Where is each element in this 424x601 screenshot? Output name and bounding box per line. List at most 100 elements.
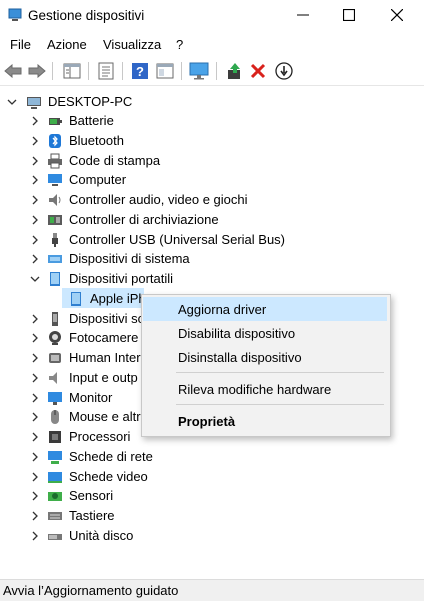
device-list-icon [98, 62, 114, 80]
device-list-button[interactable] [95, 60, 117, 82]
collapse-chevron[interactable] [30, 531, 40, 541]
ctx-uninstall-device[interactable]: Disinstalla dispositivo [144, 346, 386, 368]
chevron-right-icon [32, 235, 38, 245]
tree-item-label: Tastiere [69, 508, 115, 523]
collapse-chevron[interactable] [30, 511, 40, 521]
help-icon: ? [132, 63, 148, 79]
desktop-pc-icon [27, 97, 41, 109]
tree-category-row[interactable]: Computer [0, 170, 424, 190]
forward-arrow-icon [28, 64, 46, 78]
scan-hardware-button[interactable] [188, 60, 210, 82]
tree-root-label[interactable]: DESKTOP-PC [48, 94, 132, 110]
back-button[interactable] [2, 60, 24, 82]
ctx-scan-hardware[interactable]: Rileva modifiche hardware [144, 378, 386, 400]
collapse-chevron[interactable] [30, 333, 40, 343]
mouse-icon [51, 410, 59, 424]
minimize-icon [297, 14, 309, 16]
audio-io-icon [49, 372, 57, 384]
menu-help[interactable]: ? [176, 37, 183, 52]
disable-device-icon [275, 62, 293, 80]
ctx-properties-label: Proprietà [178, 413, 236, 429]
tree-item-label: Bluetooth [69, 133, 124, 148]
status-text: Avvia l’Aggiornamento guidato [3, 583, 179, 598]
tree-category-row[interactable]: Schede di rete [0, 447, 424, 467]
menu-azione[interactable]: Azione [47, 37, 87, 52]
tree-category-row[interactable]: Batterie [0, 111, 424, 131]
tree-item-label: Processori [69, 429, 131, 444]
disable-device-button[interactable] [273, 60, 295, 82]
collapse-chevron[interactable] [30, 215, 40, 225]
collapse-chevron[interactable] [30, 393, 40, 403]
tree-category-row[interactable]: Tastiere [0, 506, 424, 526]
minimize-button[interactable] [280, 0, 326, 30]
ctx-disable-device[interactable]: Disabilita dispositivo [144, 322, 386, 344]
tree-item-label: Dispositivi portatili [69, 271, 174, 286]
collapse-chevron[interactable] [30, 116, 40, 126]
collapse-chevron[interactable] [30, 254, 40, 264]
maximize-button[interactable] [326, 0, 372, 30]
tree-item-label: Input e outp [69, 370, 138, 385]
tree-item-label: Schede di rete [69, 449, 153, 464]
tree-category-row[interactable]: Schede video [0, 467, 424, 487]
tree-category-row[interactable]: Controller di archiviazione [0, 210, 424, 230]
tree-item-label: Mouse e altr [69, 409, 141, 424]
expand-chevron[interactable] [30, 274, 40, 284]
collapse-chevron[interactable] [30, 491, 40, 501]
collapse-chevron[interactable] [30, 136, 40, 146]
chevron-right-icon [32, 254, 38, 264]
tree-category-row[interactable]: Sensori [0, 486, 424, 506]
camera-icon [49, 331, 61, 345]
tree-category-row[interactable]: Bluetooth [0, 131, 424, 151]
toolbar: ? [0, 57, 424, 86]
menu-file[interactable]: File [10, 37, 31, 52]
tree-category-row[interactable]: Code di stampa [0, 151, 424, 171]
monitor-icon [48, 392, 62, 405]
collapse-chevron[interactable] [30, 235, 40, 245]
console-view-button[interactable] [154, 60, 176, 82]
tree-item-label: Dispositivi di sistema [69, 251, 190, 266]
menu-visualizza[interactable]: Visualizza [103, 37, 161, 52]
printer-icon [48, 153, 62, 169]
console-view-icon [156, 63, 174, 79]
collapse-chevron[interactable] [30, 175, 40, 185]
chevron-right-icon [32, 491, 38, 501]
help-button[interactable]: ? [129, 60, 151, 82]
phone-icon [71, 292, 81, 306]
chevron-right-icon [32, 511, 38, 521]
ctx-update-driver[interactable]: Aggiorna driver [143, 297, 387, 321]
collapse-chevron[interactable] [30, 452, 40, 462]
keyboard-icon [48, 512, 62, 520]
tree-item-label: Controller di archiviazione [69, 212, 219, 227]
collapse-chevron[interactable] [30, 412, 40, 422]
tree-category-row[interactable]: Controller USB (Universal Serial Bus) [0, 230, 424, 250]
tree-item-label: Fotocamere [69, 330, 139, 345]
tree-category-row[interactable]: Dispositivi di sistema [0, 249, 424, 269]
collapse-chevron[interactable] [30, 156, 40, 166]
update-driver-button[interactable] [224, 60, 246, 82]
root-expand-chevron[interactable] [7, 97, 17, 107]
tree-category-row[interactable]: Controller audio, video e giochi [0, 190, 424, 210]
title-bar: Gestione dispositivi [0, 0, 424, 32]
collapse-chevron[interactable] [30, 314, 40, 324]
collapse-chevron[interactable] [30, 432, 40, 442]
tree-item-label: Computer [69, 172, 127, 187]
collapse-chevron[interactable] [30, 195, 40, 205]
close-button[interactable] [374, 0, 420, 30]
menu-bar: File Azione Visualizza ? [0, 35, 424, 55]
tree-category-row[interactable]: Dispositivi portatili [0, 269, 424, 289]
chevron-right-icon [32, 432, 38, 442]
hid-icon [49, 353, 61, 363]
collapse-chevron[interactable] [30, 353, 40, 363]
ctx-properties[interactable]: Proprietà [144, 410, 386, 432]
properties-button[interactable] [61, 60, 83, 82]
collapse-chevron[interactable] [30, 472, 40, 482]
chevron-right-icon [32, 156, 38, 166]
forward-button[interactable] [26, 60, 48, 82]
update-driver-icon [228, 63, 240, 79]
tree-category-row[interactable]: Unità disco [0, 526, 424, 546]
chevron-right-icon [32, 314, 38, 324]
collapse-chevron[interactable] [30, 373, 40, 383]
device-manager-icon [8, 8, 22, 21]
chevron-right-icon [32, 472, 38, 482]
uninstall-button[interactable] [247, 60, 269, 82]
